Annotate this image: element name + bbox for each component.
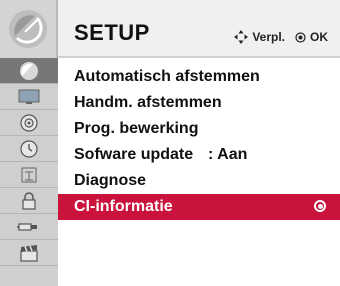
satellite-dish-logo-icon [9, 10, 47, 48]
menu-item-software-update[interactable]: Sofware update : Aan [58, 142, 340, 168]
satellite-dish-icon [20, 61, 38, 80]
rail-item-picture[interactable] [0, 84, 58, 110]
menu-item-handm-afstemmen[interactable]: Handm. afstemmen [58, 90, 340, 116]
menu-item-ci-informatie[interactable]: CI-informatie [58, 194, 340, 220]
menu-item-label: Handm. afstemmen [74, 94, 222, 111]
rail-item-setup[interactable] [0, 58, 58, 84]
ok-hint-label: OK [310, 30, 328, 44]
rail-item-usb[interactable] [0, 214, 58, 240]
software-update-value: : Aan [208, 146, 248, 163]
setup-header: SETUP Verpl. OK [58, 0, 340, 58]
clock-time-icon [20, 139, 38, 158]
lock-option-icon [21, 167, 37, 182]
rail-item-option[interactable] [0, 162, 58, 188]
menu-item-label: CI-informatie [74, 198, 173, 215]
navigation-hints: Verpl. OK [224, 30, 328, 44]
setup-category-logo [0, 0, 58, 58]
setup-osd-window: SETUP Verpl. OK Automatisch afstemmen Ha… [0, 0, 340, 286]
clapperboard-icon [20, 244, 38, 262]
usb-plug-icon [17, 222, 37, 231]
rail-item-lock[interactable] [0, 188, 58, 214]
tv-picture-icon [18, 89, 40, 104]
menu-item-diagnose[interactable]: Diagnose [58, 168, 340, 194]
page-title: SETUP [74, 20, 150, 45]
menu-item-automatisch-afstemmen[interactable]: Automatisch afstemmen [58, 64, 340, 90]
rail-item-movie[interactable] [0, 240, 58, 266]
selected-radio-icon [314, 200, 326, 212]
move-hint-label: Verpl. [252, 30, 285, 44]
menu-item-label: Automatisch afstemmen [74, 68, 260, 85]
dpad-move-icon [234, 30, 249, 44]
padlock-icon [22, 191, 36, 210]
menu-item-prog-bewerking[interactable]: Prog. bewerking [58, 116, 340, 142]
speaker-audio-icon [20, 113, 38, 132]
rail-item-audio[interactable] [0, 110, 58, 136]
ok-hint: OK [295, 30, 328, 44]
menu-item-label: Sofware update [74, 146, 194, 163]
move-hint: Verpl. [234, 30, 285, 44]
setup-menu: Automatisch afstemmen Handm. afstemmen P… [58, 58, 340, 286]
ok-button-icon [295, 31, 306, 43]
rail-item-time[interactable] [0, 136, 58, 162]
category-rail [0, 58, 58, 286]
menu-item-label: Diagnose [74, 172, 147, 189]
menu-item-label: Prog. bewerking [74, 120, 199, 137]
